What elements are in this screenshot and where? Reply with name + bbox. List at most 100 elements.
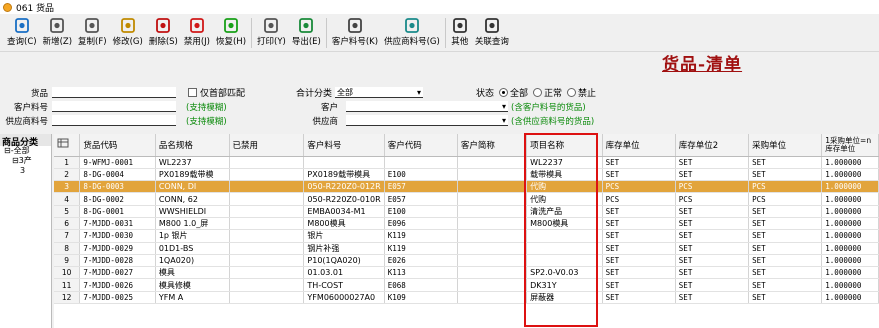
new-doc-button[interactable]: 新增(Z)	[40, 14, 75, 52]
cell-cs	[457, 291, 528, 305]
cell-proj: M800模具	[526, 217, 603, 231]
row-number: 5	[54, 205, 81, 218]
cell-dis	[229, 180, 305, 194]
supplier-label: 供应商	[312, 116, 338, 127]
row-number: 4	[54, 192, 81, 206]
copy-button[interactable]: 复制(F)	[75, 14, 110, 52]
column-header[interactable]: 采购单位	[748, 134, 823, 157]
search-button[interactable]: 查询(C)	[4, 14, 40, 52]
cell-cc: K119	[384, 229, 458, 243]
supplier-button[interactable]: 供应商料号(G)	[381, 14, 443, 52]
table-row[interactable]: 12 7-MJDD-0025 YFM A YFM06000027A0 K109 屏蔽器 SE…	[54, 291, 879, 305]
tree-node-all[interactable]: ⊟-全部	[4, 146, 51, 156]
customer-code-input[interactable]	[52, 101, 176, 112]
cell-pu: PCS	[748, 180, 823, 194]
toolbar-label: 恢复(H)	[215, 37, 247, 47]
column-header[interactable]: 客户料号	[303, 134, 385, 157]
sum-category-value: 全部	[337, 87, 354, 97]
table-row[interactable]: 5 8-DG-0001 WWSHIELDI EMBA0034-M1 E100 清洗产品 SE…	[54, 205, 879, 218]
page-title: 货品-清单	[662, 55, 743, 75]
cell-ratio: 1.000000	[821, 205, 879, 218]
column-header[interactable]: 客户代码	[384, 134, 458, 157]
export-button[interactable]: 导出(E)	[289, 14, 324, 52]
table-row[interactable]: 8 7-MJDD-0029 01D1-BS 钢片补强 K119 SET SET SET 1.00…	[54, 242, 879, 255]
table-row[interactable]: 1 9-WFMJ-0001 WL2237 WL2237 SET SET SET 1.00000…	[54, 156, 879, 169]
restore-button[interactable]: 恢复(H)	[213, 14, 249, 52]
column-header[interactable]: 库存单位2	[675, 134, 750, 157]
dropdown-arrow-icon: ▾	[417, 87, 422, 97]
link-button[interactable]: 关联查询	[472, 14, 512, 52]
cell-cs	[457, 217, 528, 231]
sum-category-select[interactable]: 全部 ▾	[335, 87, 424, 98]
cell-u2: SET	[675, 217, 750, 231]
table-row[interactable]: 6 7-MJDD-0031 M800 1.0_屏 M800模具 E096 M800模具 SE…	[54, 217, 879, 231]
table-row[interactable]: 10 7-MJDD-0027 模具 01.03.01 K113 SP2.0-V0.03 SE…	[54, 266, 879, 280]
title-bar: 061 货品	[0, 0, 879, 14]
toolbar-label: 供应商料号(G)	[384, 37, 440, 47]
dropdown-arrow-icon: ▾	[501, 115, 506, 125]
table-row[interactable]: 2 8-DG-0004 PX0189载带模 PX0189载带模具 E100 载带模具 SET…	[54, 168, 879, 182]
cell-u2: SET	[675, 229, 750, 243]
edit-button[interactable]: 修改(G)	[110, 14, 146, 52]
cell-code: 8-DG-0001	[79, 205, 156, 218]
cell-code: 7-MJDD-0031	[79, 217, 156, 231]
cell-cc: E026	[384, 254, 458, 268]
cell-u1: SET	[602, 205, 676, 218]
table-row[interactable]: 7 7-MJDD-0030 1p 银片 银片 K119 SET SET SET 1.000000	[54, 229, 879, 243]
cell-cpn: PX0189载带模具	[303, 168, 385, 182]
tree-node-sub[interactable]: ⊟3产	[4, 156, 51, 166]
table-corner-icon[interactable]	[54, 134, 81, 157]
cell-ratio: 1.000000	[821, 291, 879, 305]
cell-proj: DK31Y	[526, 278, 603, 292]
cell-proj: 清洗产品	[526, 205, 603, 218]
cell-cpn: 银片	[303, 229, 385, 243]
customer-button[interactable]: 客户料号(K)	[329, 14, 381, 52]
toolbar-label: 其他	[451, 37, 469, 47]
status-forbidden-radio[interactable]	[567, 88, 577, 97]
column-header[interactable]: 库存单位	[602, 134, 676, 157]
column-header[interactable]: 货品代码	[79, 134, 156, 157]
cell-cs	[457, 168, 528, 182]
row-number: 6	[54, 217, 81, 231]
delete-button[interactable]: 删除(S)	[146, 14, 181, 52]
category-panel-title: 商品分类	[0, 134, 51, 148]
goods-table: 货品代码 品名规格 已禁用 客户料号 客户代码 客户简称 项目名称 库存单位 库存单位2 采购单位…	[54, 134, 879, 328]
supplier-icon	[403, 17, 421, 33]
column-header[interactable]: 项目名称	[526, 134, 603, 157]
status-normal-radio[interactable]	[533, 88, 543, 97]
column-header[interactable]: 品名规格	[155, 134, 230, 157]
goods-label: 货品	[30, 88, 48, 99]
column-header[interactable]: 客户简称	[457, 134, 528, 157]
supplier-select[interactable]: ▾	[346, 115, 508, 126]
goods-input[interactable]	[52, 87, 176, 98]
cell-code: 7-MJDD-0026	[79, 278, 156, 292]
row-number: 11	[54, 278, 81, 292]
cell-cs	[457, 180, 528, 194]
cell-proj: 代购	[526, 192, 603, 206]
toolbar-label: 复制(F)	[78, 37, 107, 47]
only-head-checkbox[interactable]	[188, 88, 197, 97]
cell-cpn: 01.03.01	[303, 266, 385, 280]
disable-button[interactable]: 禁用(J)	[181, 14, 213, 52]
cell-pu: SET	[748, 205, 823, 218]
cell-cc: K109	[384, 291, 458, 305]
supplier-code-input[interactable]	[52, 115, 176, 126]
customer-select[interactable]: ▾	[346, 101, 508, 112]
other-button[interactable]: 其他	[448, 14, 472, 52]
print-button[interactable]: 打印(Y)	[254, 14, 289, 52]
cell-spec: 1QA020)	[155, 254, 230, 268]
table-row[interactable]: 3 8-DG-0003 CONN, DI 050-R220Z0-012R E057 代购 P…	[54, 180, 879, 194]
toolbar-label: 客户料号(K)	[331, 37, 379, 47]
table-row[interactable]: 11 7-MJDD-0026 模具修模 TH-COST E068 DK31Y SET SET S…	[54, 278, 879, 292]
category-panel: 商品分类 ⊟-全部 ⊟3产 3	[0, 134, 52, 328]
cell-spec: 模具修模	[155, 278, 230, 292]
status-all-radio[interactable]	[499, 88, 509, 97]
column-header[interactable]: 已禁用	[229, 134, 305, 157]
cell-code: 7-MJDD-0025	[79, 291, 156, 305]
cell-cs	[457, 278, 528, 292]
column-header[interactable]: 1采购单位=n库存单位	[821, 134, 879, 157]
row-number: 12	[54, 291, 81, 305]
table-row[interactable]: 4 8-DG-0002 CONN, 62 050-R220Z0-010R E057 代购 P…	[54, 192, 879, 206]
table-row[interactable]: 9 7-MJDD-0028 1QA020) P10(1QA020) E026 SET SET…	[54, 254, 879, 268]
tree-node-leaf[interactable]: 3	[4, 166, 51, 176]
